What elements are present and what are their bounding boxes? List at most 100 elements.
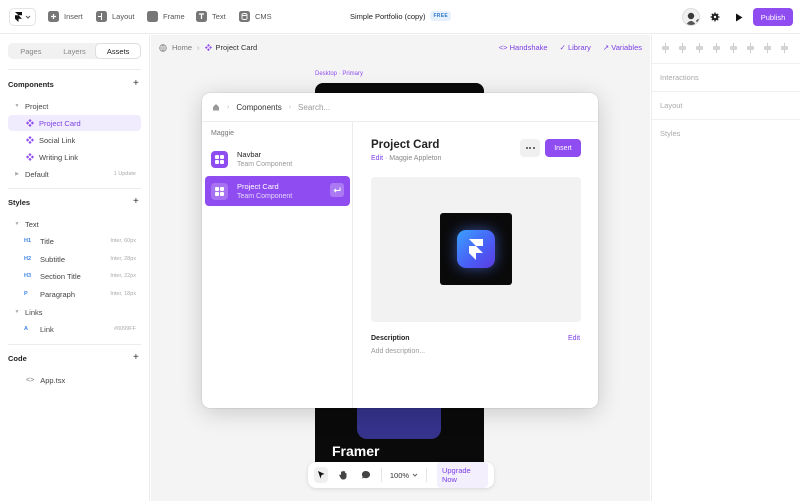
description-edit-link[interactable]: Edit <box>568 335 580 342</box>
style-paragraph[interactable]: P Paragraph Inter, 18px <box>8 286 141 302</box>
more-options-button[interactable] <box>520 139 540 157</box>
gear-icon <box>710 12 720 22</box>
group-project[interactable]: ▼ Project <box>8 98 141 114</box>
play-icon <box>736 13 743 21</box>
add-code-button[interactable]: + <box>133 353 139 363</box>
tab-assets[interactable]: Assets <box>96 44 141 58</box>
frame-label: Frame <box>163 12 185 21</box>
divider <box>426 468 427 482</box>
description-input[interactable]: Add description... <box>371 348 425 355</box>
canvas-links: <> Handshake ✓ Library ↗ Variables <box>499 43 642 52</box>
caret-down-icon: ▼ <box>14 309 20 315</box>
layout-button[interactable]: Layout <box>96 11 135 22</box>
group-links[interactable]: ▼ Links <box>8 304 141 320</box>
distribute-horizontal-icon[interactable] <box>762 43 773 53</box>
frame-label[interactable]: Desktop · Primary <box>315 71 363 77</box>
home-icon[interactable] <box>212 103 220 111</box>
globe-icon <box>159 43 167 52</box>
avatar[interactable] <box>682 8 700 26</box>
insert-button[interactable]: Insert <box>545 139 581 157</box>
preview-button[interactable] <box>730 8 748 26</box>
modal-breadcrumb[interactable]: Components <box>236 103 281 112</box>
code-file-label: App.tsx <box>40 375 66 385</box>
align-right-icon[interactable] <box>694 43 705 53</box>
style-name: Section Title <box>40 271 81 281</box>
right-panel: Interactions Layout Styles <box>651 35 800 501</box>
add-component-button[interactable]: + <box>133 79 139 89</box>
framer-menu-button[interactable] <box>9 8 36 26</box>
interactions-heading: Interactions <box>660 73 699 82</box>
library-label: Library <box>567 43 591 52</box>
component-label: Writing Link <box>39 152 79 162</box>
components-heading: Components <box>8 80 54 89</box>
align-center-icon[interactable] <box>677 43 688 53</box>
frame-button[interactable]: Frame <box>147 11 185 22</box>
comment-icon <box>361 470 370 479</box>
style-section-title[interactable]: H3 Section Title Inter, 22px <box>8 268 141 284</box>
align-bottom-icon[interactable] <box>745 43 756 53</box>
add-style-button[interactable]: + <box>133 197 139 207</box>
group-label: Maggie <box>211 130 234 137</box>
cms-button[interactable]: CMS <box>239 11 272 22</box>
select-tool-button[interactable] <box>314 467 329 483</box>
comment-tool-button[interactable] <box>359 467 373 483</box>
layout-heading: Layout <box>660 101 683 110</box>
list-item-project-card[interactable]: Project Card Team Component <box>205 176 350 206</box>
code-file-app[interactable]: <> App.tsx <box>8 372 141 388</box>
component-writing-link[interactable]: Writing Link <box>8 149 141 165</box>
detail-title: Project Card <box>371 139 440 151</box>
align-top-icon[interactable] <box>711 43 722 53</box>
edit-link[interactable]: Edit <box>371 155 383 162</box>
distribute-vertical-icon[interactable] <box>779 43 790 53</box>
style-subtitle[interactable]: H2 Subtitle Inter, 28px <box>8 251 141 267</box>
tab-pages[interactable]: Pages <box>9 44 53 58</box>
style-title[interactable]: H1 Title Inter, 60px <box>8 233 141 249</box>
component-preview <box>371 177 581 322</box>
enter-icon[interactable] <box>330 183 344 197</box>
divider <box>8 344 141 345</box>
divider <box>652 91 800 92</box>
caret-right-icon: ▶ <box>15 171 19 177</box>
plan-badge: FREE <box>430 11 451 21</box>
align-left-icon[interactable] <box>660 43 671 53</box>
upgrade-button[interactable]: Upgrade Now <box>436 462 488 488</box>
style-name: Paragraph <box>40 289 76 299</box>
zoom-select[interactable]: 100% <box>390 471 418 480</box>
breadcrumb-home[interactable]: Home <box>172 43 192 52</box>
variables-link[interactable]: ↗ Variables <box>603 43 642 52</box>
caret-down-icon: ▼ <box>14 103 20 109</box>
style-meta: Inter, 22px <box>110 273 136 279</box>
settings-button[interactable] <box>706 8 724 26</box>
handshake-link[interactable]: <> Handshake <box>499 43 548 52</box>
tab-layers[interactable]: Layers <box>53 44 97 58</box>
text-label: Text <box>212 12 226 21</box>
frame-card-graphic <box>357 405 441 439</box>
group-default[interactable]: ▶ Default 1 Update <box>8 166 141 182</box>
group-text[interactable]: ▼ Text <box>8 216 141 232</box>
style-tag: A <box>24 326 28 332</box>
code-heading: Code <box>8 354 27 363</box>
breadcrumb-current[interactable]: Project Card <box>204 43 257 52</box>
insert-button[interactable]: Insert <box>48 11 83 22</box>
component-social-link[interactable]: Social Link <box>8 132 141 148</box>
align-middle-icon[interactable] <box>728 43 739 53</box>
style-link[interactable]: A Link #0099FF <box>8 321 141 337</box>
publish-button[interactable]: Publish <box>753 8 793 26</box>
insert-component-modal: › Components › Search... Maggie Navbar T… <box>202 93 598 408</box>
group-label: Text <box>25 219 39 229</box>
list-item-navbar[interactable]: Navbar Team Component <box>205 144 350 174</box>
cursor-icon <box>317 471 325 479</box>
detail-subtitle: Edit · Maggie Appleton <box>371 155 441 162</box>
text-button[interactable]: Text <box>196 11 226 22</box>
search-input[interactable]: Search... <box>298 103 330 112</box>
ellipsis-icon <box>525 147 528 149</box>
project-title-area[interactable]: Simple Portfolio (copy) FREE <box>350 11 451 21</box>
component-icon <box>204 44 212 51</box>
preview-thumbnail <box>440 213 512 285</box>
hand-tool-button[interactable] <box>336 467 350 483</box>
divider <box>380 468 382 482</box>
component-label: Social Link <box>39 135 76 145</box>
component-project-card[interactable]: Project Card <box>8 115 141 131</box>
divider <box>8 69 141 70</box>
library-link[interactable]: ✓ Library <box>560 43 591 52</box>
